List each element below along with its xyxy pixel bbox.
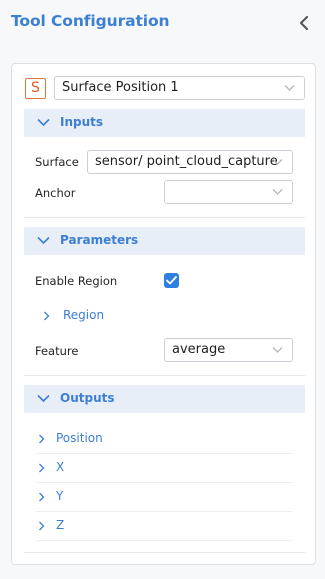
section-inputs-label: Inputs bbox=[60, 115, 104, 129]
chevron-down-icon bbox=[37, 236, 50, 245]
surface-select-value: sensor/ point_cloud_capture bbox=[95, 154, 278, 169]
tool-configuration-panel: Tool Configuration S Surface Position 1 … bbox=[0, 0, 325, 579]
surface-label: Surface bbox=[35, 155, 79, 169]
anchor-select[interactable] bbox=[164, 180, 293, 204]
feature-label: Feature bbox=[35, 344, 79, 358]
configuration-card: S Surface Position 1 Inputs Surface sens… bbox=[11, 63, 316, 565]
divider bbox=[24, 375, 305, 376]
section-parameters-label: Parameters bbox=[60, 233, 139, 247]
divider bbox=[36, 540, 293, 541]
section-inputs-header[interactable]: Inputs bbox=[24, 109, 305, 137]
section-outputs-label: Outputs bbox=[60, 391, 115, 405]
feature-select[interactable]: average bbox=[164, 338, 293, 362]
divider bbox=[24, 552, 305, 553]
output-item-position[interactable]: Position bbox=[36, 425, 293, 454]
chevron-down-icon bbox=[284, 85, 295, 91]
panel-title: Tool Configuration bbox=[11, 12, 170, 30]
tool-select[interactable]: Surface Position 1 bbox=[54, 76, 305, 100]
surface-select[interactable]: sensor/ point_cloud_capture bbox=[87, 150, 293, 174]
checkmark-icon bbox=[166, 276, 177, 285]
output-item-label: Z bbox=[56, 518, 65, 532]
output-item-y[interactable]: Y bbox=[36, 483, 293, 512]
chevron-right-icon bbox=[39, 492, 45, 502]
section-parameters-header[interactable]: Parameters bbox=[24, 227, 305, 255]
chevron-down-icon bbox=[272, 347, 283, 353]
chevron-down-icon bbox=[272, 189, 283, 195]
panel-header: Tool Configuration bbox=[0, 0, 325, 46]
feature-select-value: average bbox=[172, 342, 226, 357]
divider bbox=[24, 217, 305, 218]
enable-region-checkbox[interactable] bbox=[164, 273, 179, 288]
region-expander[interactable]: Region bbox=[43, 307, 163, 325]
chevron-right-icon bbox=[39, 434, 45, 444]
chevron-right-icon bbox=[39, 521, 45, 531]
chevron-left-icon[interactable] bbox=[297, 14, 311, 32]
output-item-label: X bbox=[56, 460, 65, 474]
output-item-label: Position bbox=[56, 431, 103, 445]
output-item-z[interactable]: Z bbox=[36, 512, 293, 541]
region-label: Region bbox=[63, 308, 105, 322]
output-item-x[interactable]: X bbox=[36, 454, 293, 483]
chevron-down-icon bbox=[272, 159, 283, 165]
chevron-down-icon bbox=[37, 394, 50, 403]
chevron-right-icon bbox=[39, 463, 45, 473]
chevron-down-icon bbox=[37, 118, 50, 127]
anchor-label: Anchor bbox=[35, 186, 76, 200]
output-item-label: Y bbox=[56, 489, 64, 503]
tool-select-value: Surface Position 1 bbox=[62, 80, 179, 95]
enable-region-label: Enable Region bbox=[35, 274, 118, 288]
tool-type-badge: S bbox=[25, 78, 46, 99]
section-outputs-header[interactable]: Outputs bbox=[24, 385, 305, 413]
chevron-right-icon bbox=[44, 311, 50, 321]
